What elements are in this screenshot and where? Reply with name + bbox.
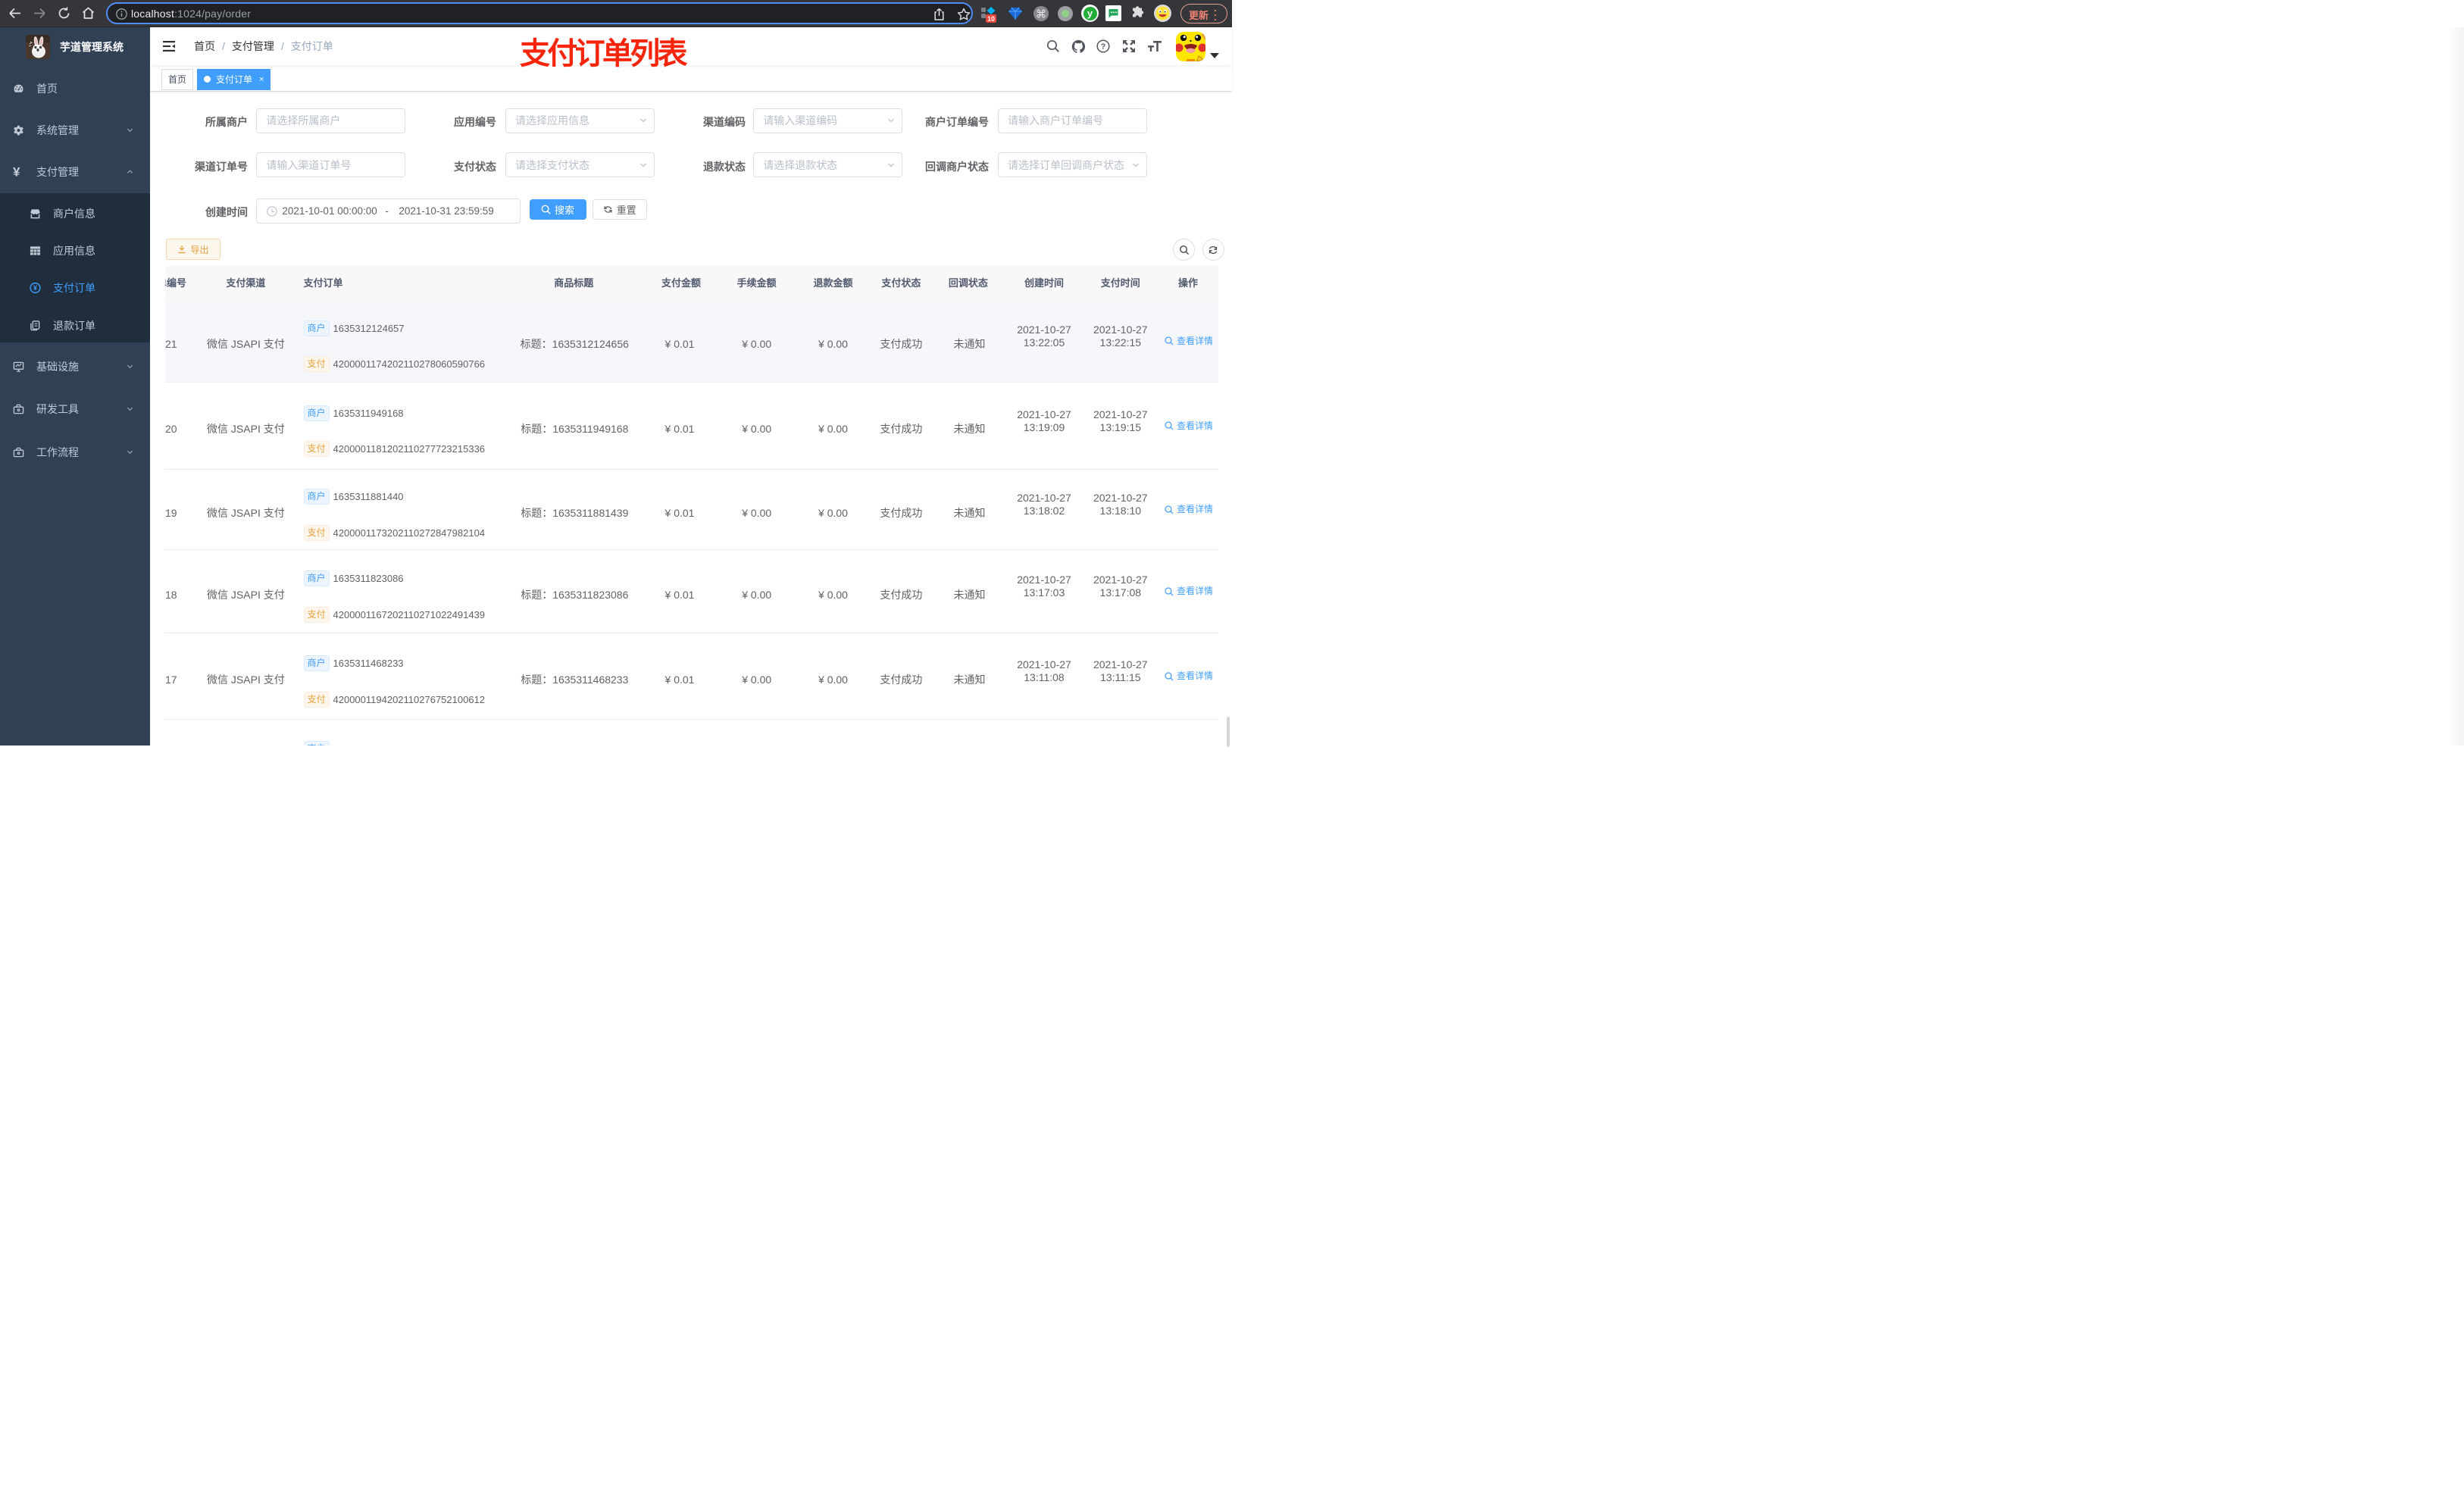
svg-text:¥: ¥ xyxy=(33,284,37,292)
svg-text:?: ? xyxy=(1101,42,1105,52)
svg-text:10: 10 xyxy=(987,15,995,23)
